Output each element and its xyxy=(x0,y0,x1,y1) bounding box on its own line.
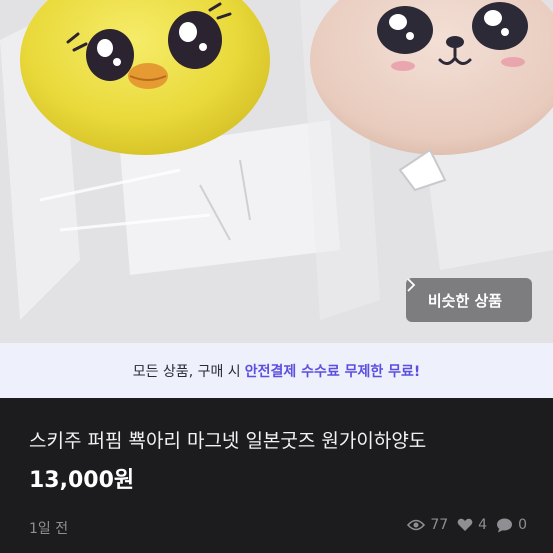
product-details: 스키주 퍼핌 뾱아리 마그넷 일본굿즈 원가이하양도 13,000원 1일 전 … xyxy=(0,398,553,553)
product-stats: 77 4 0 xyxy=(403,517,527,533)
chats-count: 0 xyxy=(518,517,527,533)
chats-stat: 0 xyxy=(496,517,527,533)
likes-count: 4 xyxy=(478,517,488,533)
heart-icon xyxy=(457,518,473,532)
views-stat: 77 xyxy=(407,517,448,533)
safe-payment-banner[interactable]: 모든 상품, 구매 시 안전결제 수수료 무제한 무료! xyxy=(0,343,553,398)
eye-icon xyxy=(407,519,426,531)
views-count: 77 xyxy=(430,517,449,533)
chat-bubble-icon xyxy=(496,518,513,533)
promo-accent-text: 안전결제 수수료 무제한 무료! xyxy=(244,363,421,380)
similar-products-button[interactable]: 비슷한 상품 xyxy=(406,278,532,322)
product-title: 스키주 퍼핌 뾱아리 마그넷 일본굿즈 원가이하양도 xyxy=(29,430,427,452)
product-price: 13,000원 xyxy=(29,468,135,493)
similar-products-label: 비슷한 상품 xyxy=(427,291,503,310)
posted-time: 1일 전 xyxy=(29,521,69,537)
likes-stat: 4 xyxy=(457,517,487,533)
product-photo[interactable]: 비슷한 상품 xyxy=(0,0,553,343)
promo-text: 모든 상품, 구매 시 xyxy=(132,363,241,380)
